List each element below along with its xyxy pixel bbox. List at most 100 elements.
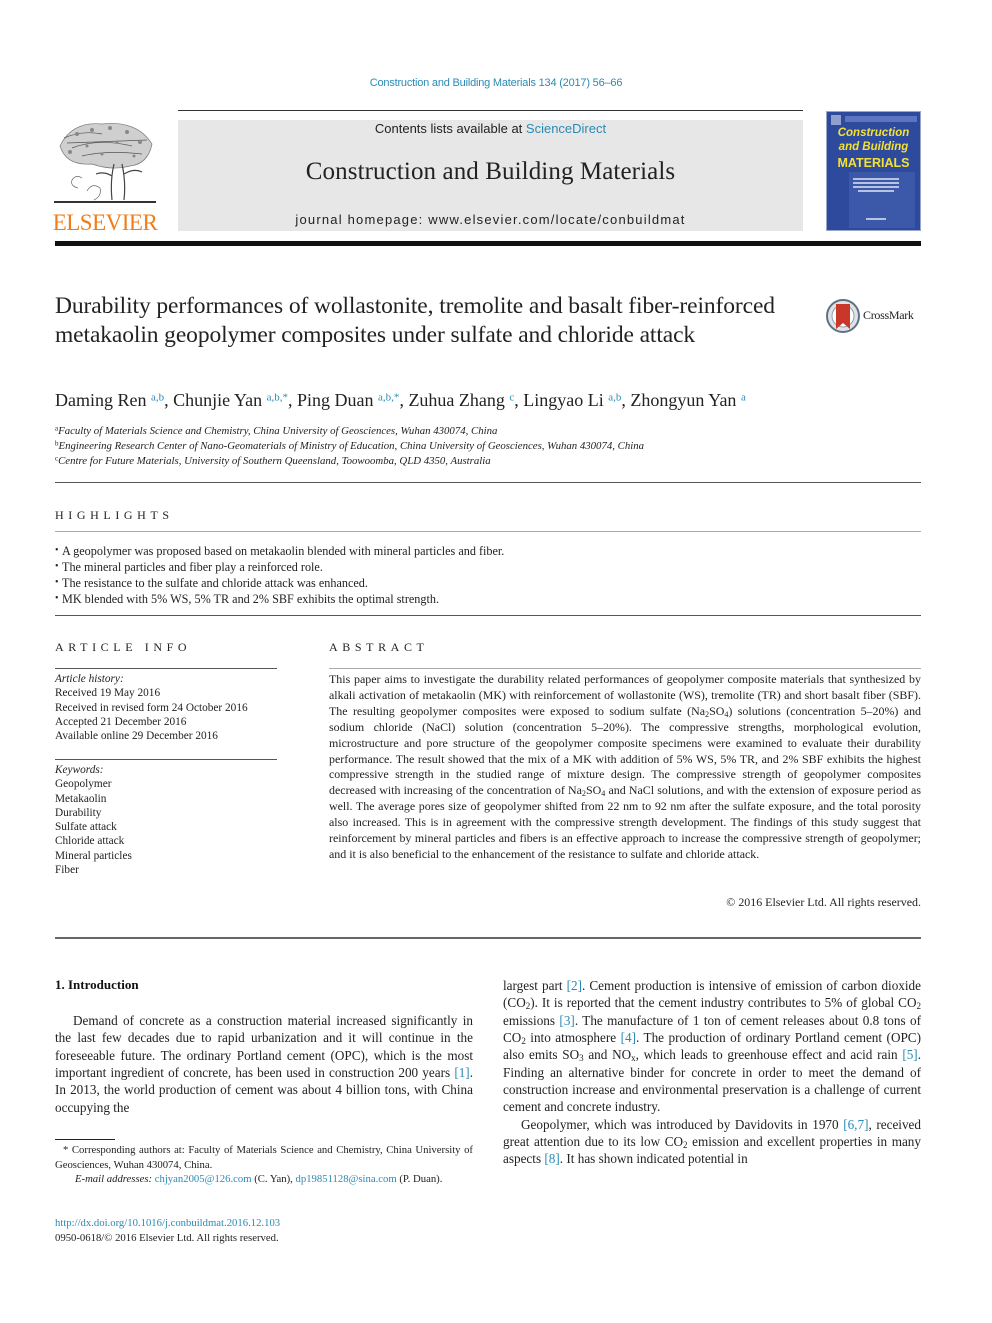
article-info-heading: ARTICLE INFO <box>55 640 192 654</box>
keyword: Durability <box>55 806 102 819</box>
highlight-item: The resistance to the sulfate and chlori… <box>55 575 921 591</box>
contents-available-line: Contents lists available at ScienceDirec… <box>178 121 803 136</box>
author-separator: , <box>164 390 174 410</box>
cover-fine-text <box>853 182 899 184</box>
highlight-item: MK blended with 5% WS, 5% TR and 2% SBF … <box>55 591 921 607</box>
history-entry: Available online 29 December 2016 <box>55 730 218 743</box>
citation-link[interactable]: [6,7] <box>843 1117 868 1132</box>
cover-title-line-3: MATERIALS <box>837 156 910 170</box>
journal-title: Construction and Building Materials <box>305 158 676 185</box>
cover-fine-text <box>853 178 899 180</box>
author-affiliation-marks[interactable]: a,b,* <box>267 392 288 404</box>
article-history-label: Article history: <box>55 673 124 685</box>
subscript: 4 <box>601 789 606 799</box>
email-label: E-mail addresses: <box>75 1173 153 1185</box>
divider <box>55 615 921 616</box>
crossmark-button[interactable]: CrossMark <box>826 298 926 334</box>
citation-link[interactable]: [5] <box>902 1047 917 1062</box>
subscript: 2 <box>916 1001 921 1012</box>
highlights-list: A geopolymer was proposed based on metak… <box>55 543 921 607</box>
keyword: Chloride attack <box>55 835 125 848</box>
subscript: 2 <box>705 709 710 719</box>
cover-fine-text <box>853 186 899 188</box>
header-top-rule <box>178 110 803 111</box>
affiliation: aFaculty of Materials Science and Chemis… <box>55 424 935 439</box>
divider <box>55 482 921 483</box>
email-link-duan[interactable]: dp19851128@sina.com <box>296 1173 397 1185</box>
subscript: 2 <box>525 1001 531 1012</box>
divider <box>55 759 277 760</box>
citation-link[interactable]: [8] <box>544 1151 559 1166</box>
author-name[interactable]: Chunjie Yan <box>173 390 267 410</box>
author-name[interactable]: Ping Duan <box>297 390 378 410</box>
citation-link[interactable]: [2] <box>567 978 582 993</box>
affiliation: bEngineering Research Center of Nano-Geo… <box>55 439 935 454</box>
elsevier-wordmark: ELSEVIER <box>52 210 158 235</box>
highlight-item: The mineral particles and fiber play a r… <box>55 559 921 575</box>
crossmark-label: CrossMark <box>863 308 914 322</box>
highlight-item: A geopolymer was proposed based on metak… <box>55 543 921 559</box>
corresponding-author-note: * Corresponding authors at: Faculty of M… <box>55 1144 473 1171</box>
author-name[interactable]: Zhongyun Yan <box>630 390 741 410</box>
history-entry: Received in revised form 24 October 2016 <box>55 701 248 714</box>
subscript: 2 <box>581 789 586 799</box>
subscript: 2 <box>683 1140 688 1151</box>
crossmark-icon <box>826 299 860 333</box>
author-affiliation-marks[interactable]: a,b,* <box>378 392 399 404</box>
cover-fine-text <box>858 190 894 192</box>
author-list: Daming Ren a,b, Chunjie Yan a,b,*, Ping … <box>55 390 935 411</box>
divider <box>55 531 921 532</box>
footnotes: * Corresponding authors at: Faculty of M… <box>55 1143 473 1187</box>
keyword: Sulfate attack <box>55 821 117 834</box>
keyword: Fiber <box>55 864 79 877</box>
cover-publisher-icon <box>831 115 841 125</box>
author-separator: , <box>514 390 524 410</box>
author-separator: , <box>288 390 298 410</box>
author-affiliation-marks[interactable]: a,b <box>151 392 164 404</box>
history-entry: Accepted 21 December 2016 <box>55 715 187 728</box>
journal-cover-image[interactable]: Construction and Building MATERIALS <box>826 111 921 231</box>
divider <box>55 937 921 939</box>
body-paragraph: largest part [2]. Cement production is i… <box>503 978 921 1115</box>
abstract-heading: ABSTRACT <box>329 640 429 654</box>
citation-link[interactable]: [1] <box>454 1065 469 1080</box>
affiliation-text: Engineering Research Center of Nano-Geom… <box>58 440 645 453</box>
citation-link[interactable]: [4] <box>621 1030 636 1045</box>
doi-block: http://dx.doi.org/10.1016/j.conbuildmat.… <box>55 1216 473 1245</box>
article-title: Durability performances of wollastonite,… <box>55 293 775 348</box>
author-affiliation-marks[interactable]: a,b <box>608 392 621 404</box>
author-name[interactable]: Zuhua Zhang <box>408 390 509 410</box>
issn-line: 0950-0618/© 2016 Elsevier Ltd. All right… <box>55 1231 279 1244</box>
keyword: Geopolymer <box>55 778 112 791</box>
email-link-yan[interactable]: chjyan2005@126.com <box>155 1173 252 1185</box>
elsevier-logo[interactable]: ELSEVIER <box>52 116 158 236</box>
body-column-left: Demand of concrete as a construction mat… <box>55 1012 473 1116</box>
footnote-rule <box>55 1139 115 1140</box>
keywords-block: Keywords: Geopolymer Metakaolin Durability… <box>55 763 277 877</box>
sciencedirect-link[interactable]: ScienceDirect <box>526 121 606 136</box>
keywords-label: Keywords: <box>55 764 104 776</box>
affiliation-text: Faculty of Materials Science and Chemist… <box>58 425 498 437</box>
journal-homepage-link[interactable]: journal homepage: www.elsevier.com/locat… <box>178 212 803 227</box>
subscript: 2 <box>521 1036 526 1047</box>
body-column-right: largest part [2]. Cement production is i… <box>503 977 921 1168</box>
author-name[interactable]: Lingyao Li <box>523 390 608 410</box>
affiliation: cCentre for Future Materials, University… <box>55 454 935 469</box>
history-entry: Received 19 May 2016 <box>55 687 161 700</box>
subscript: 4 <box>724 709 729 719</box>
cover-title-line-2: and Building <box>838 141 909 153</box>
affiliation-text: Centre for Future Materials, University … <box>58 455 491 468</box>
introduction-heading: 1. Introduction <box>55 977 139 992</box>
journal-banner: Contents lists available at ScienceDirec… <box>178 120 803 231</box>
author-name[interactable]: Daming Ren <box>55 390 151 410</box>
keyword: Mineral particles <box>55 849 132 862</box>
citation-link[interactable]: [3] <box>559 1013 574 1028</box>
body-paragraph: Demand of concrete as a construction mat… <box>55 1013 473 1115</box>
doi-link[interactable]: http://dx.doi.org/10.1016/j.conbuildmat.… <box>55 1216 473 1231</box>
highlights-heading: HIGHLIGHTS <box>55 508 174 522</box>
email-note: E-mail addresses: chjyan2005@126.com (C.… <box>55 1172 473 1187</box>
author-affiliation-marks[interactable]: a <box>741 392 746 404</box>
keyword: Metakaolin <box>55 792 107 805</box>
journal-reference-link[interactable]: Construction and Building Materials 134 … <box>0 77 992 89</box>
divider <box>329 668 921 669</box>
